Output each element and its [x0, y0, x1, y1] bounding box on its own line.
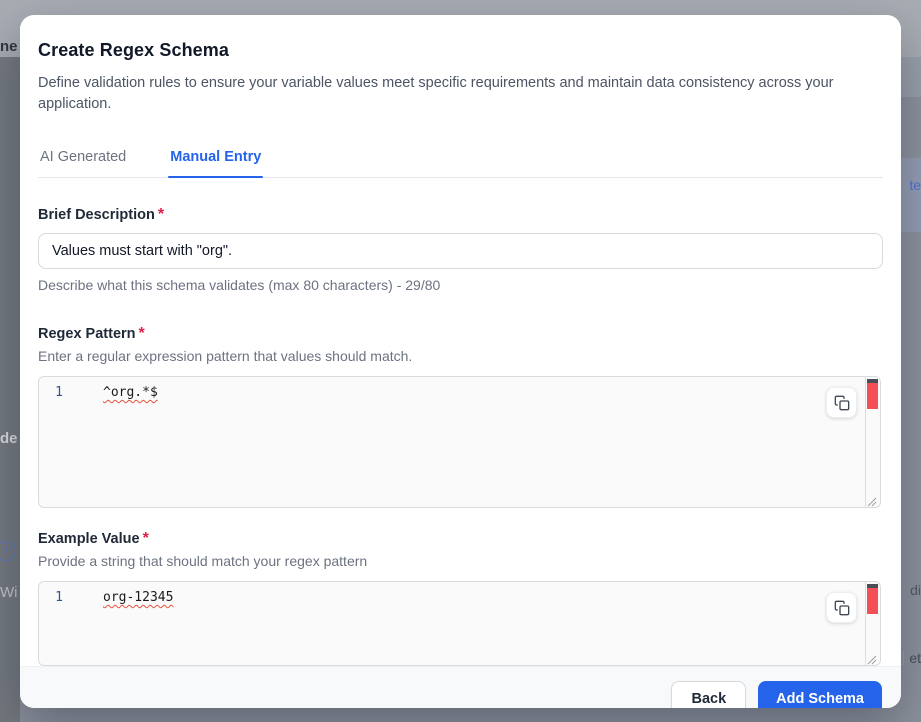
copy-icon [834, 395, 850, 411]
example-value-code: org-12345 [103, 588, 173, 607]
editor-line: 1 ^org.*$ [39, 377, 880, 402]
regex-pattern-label: Regex Pattern [38, 326, 136, 342]
example-value-editor[interactable]: 1 org-12345 [38, 581, 881, 666]
regex-pattern-code: ^org.*$ [103, 383, 158, 402]
background-link-fragment: te [909, 177, 921, 193]
required-asterisk: * [158, 206, 164, 223]
editor-scrollbar-track[interactable] [865, 377, 866, 507]
error-annotation-marker [867, 584, 878, 614]
brief-description-input[interactable] [38, 233, 883, 269]
example-value-field: Example Value* Provide a string that sho… [38, 530, 883, 666]
tab-manual-entry[interactable]: Manual Entry [168, 141, 263, 177]
regex-pattern-editor[interactable]: 1 ^org.*$ [38, 376, 881, 508]
background-text-fragment: Wi [0, 584, 18, 601]
background-text-fragment: de [0, 430, 18, 447]
editor-scrollbar-track[interactable] [865, 582, 866, 665]
example-value-label: Example Value [38, 531, 140, 547]
add-schema-button[interactable]: Add Schema [758, 681, 882, 709]
brief-description-label: Brief Description [38, 207, 155, 223]
create-regex-schema-dialog: Create Regex Schema Define validation ru… [20, 15, 901, 708]
editor-resize-handle[interactable] [867, 652, 877, 662]
regex-pattern-label-row: Regex Pattern* [38, 325, 883, 343]
dialog-footer: Back Add Schema [20, 666, 901, 708]
copy-icon [834, 600, 850, 616]
editor-line: 1 org-12345 [39, 582, 880, 607]
copy-button[interactable] [826, 387, 857, 418]
tab-ai-generated[interactable]: AI Generated [38, 141, 128, 177]
brief-description-field: Brief Description* Describe what this sc… [38, 206, 883, 293]
required-asterisk: * [143, 530, 149, 547]
back-button[interactable]: Back [671, 681, 746, 709]
error-annotation-marker [867, 379, 878, 409]
manual-entry-form: Brief Description* Describe what this sc… [38, 206, 883, 666]
copy-button[interactable] [826, 592, 857, 623]
background-left-column [0, 57, 20, 722]
example-value-label-row: Example Value* [38, 530, 883, 548]
brief-description-helper: Describe what this schema validates (max… [38, 277, 883, 293]
line-number: 1 [39, 588, 79, 607]
dialog-title: Create Regex Schema [38, 40, 883, 61]
required-asterisk: * [139, 325, 145, 342]
brief-description-label-row: Brief Description* [38, 206, 883, 224]
example-value-helper: Provide a string that should match your … [38, 553, 883, 569]
background-text-fragment: di [910, 582, 921, 598]
background-text-fragment: et [903, 650, 921, 666]
background-text-fragment: ne [0, 38, 18, 55]
regex-pattern-helper: Enter a regular expression pattern that … [38, 348, 883, 364]
regex-pattern-field: Regex Pattern* Enter a regular expressio… [38, 325, 883, 508]
dialog-description: Define validation rules to ensure your v… [38, 73, 883, 115]
editor-resize-handle[interactable] [867, 494, 877, 504]
line-number: 1 [39, 383, 79, 402]
tab-bar: AI Generated Manual Entry [38, 141, 883, 178]
